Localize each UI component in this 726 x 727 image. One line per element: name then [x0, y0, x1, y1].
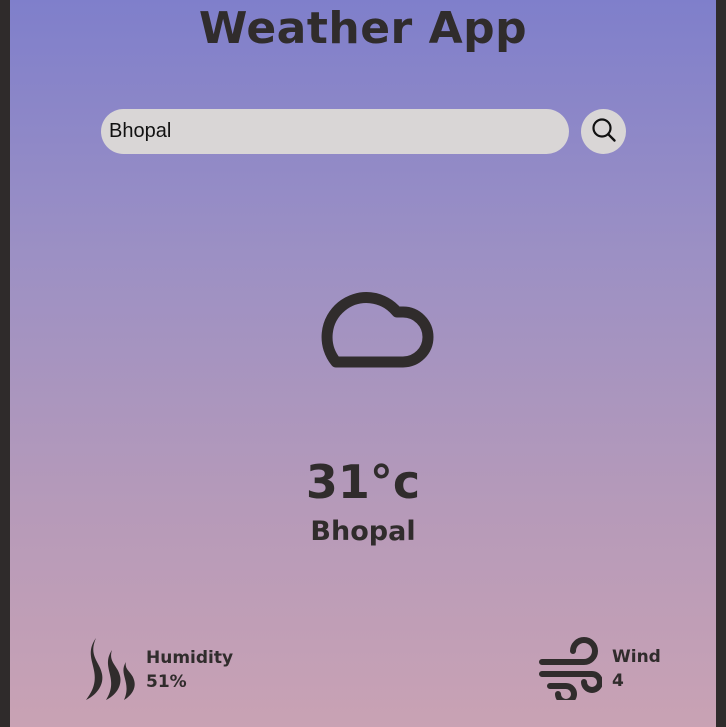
wind-detail: Wind 4	[538, 634, 661, 705]
search-icon	[591, 117, 617, 146]
humidity-icon	[80, 634, 136, 706]
search-button[interactable]	[581, 109, 626, 154]
temperature: 31°c	[305, 455, 421, 509]
city-name: Bhopal	[310, 516, 416, 547]
humidity-value: 51%	[146, 672, 187, 692]
wind-label: Wind	[612, 647, 661, 667]
cloud-icon	[292, 256, 436, 372]
app-title: Weather App	[198, 3, 528, 54]
humidity-detail: Humidity 51%	[80, 634, 233, 706]
wind-icon	[538, 634, 603, 705]
wind-value: 4	[612, 671, 624, 691]
search-input[interactable]	[101, 109, 569, 154]
weather-app-card: Weather App 31°c Bhopal Humidity 51%	[10, 0, 716, 727]
humidity-label: Humidity	[146, 648, 234, 668]
